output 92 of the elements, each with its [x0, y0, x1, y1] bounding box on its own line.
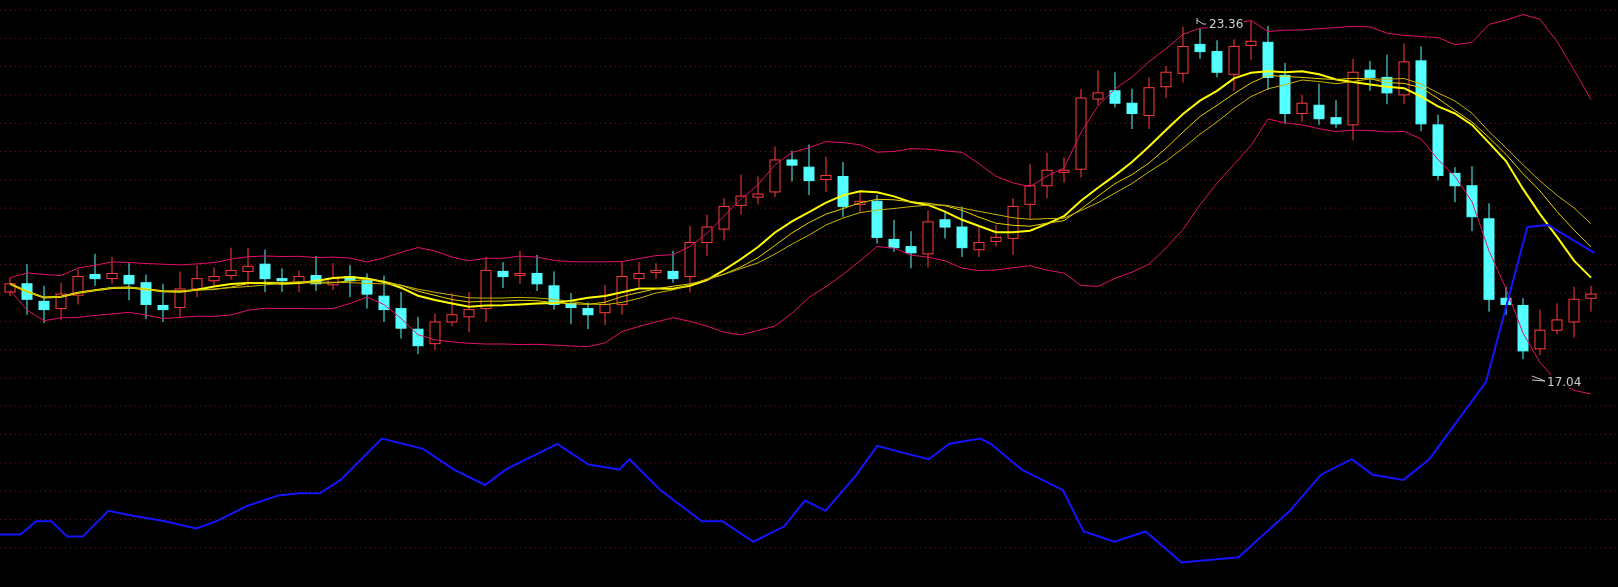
candlestick [276, 267, 288, 293]
candlestick [1143, 76, 1155, 130]
candlestick [1109, 71, 1121, 108]
candlestick [140, 274, 152, 320]
candlestick [514, 250, 526, 285]
candlestick [786, 150, 798, 183]
candlestick [327, 262, 339, 291]
candlestick [922, 210, 934, 268]
candlestick [1568, 286, 1580, 338]
candlestick [1262, 25, 1274, 91]
candlestick [1024, 163, 1036, 220]
candlestick [1126, 88, 1138, 130]
candlestick [225, 247, 237, 281]
candlestick [89, 253, 101, 287]
candlestick [1364, 60, 1376, 92]
candlestick [939, 212, 951, 239]
candlestick [497, 261, 509, 289]
candlestick [1381, 54, 1393, 105]
candlestick [38, 285, 50, 324]
candlestick [429, 313, 441, 351]
candlestick [4, 277, 16, 297]
candlestick [735, 173, 747, 216]
candlestick [174, 270, 186, 319]
candlestick [1585, 285, 1597, 313]
candlestick [1160, 65, 1172, 99]
candlestick [973, 225, 985, 258]
candlestick [72, 268, 84, 305]
candlestick [293, 269, 305, 293]
candlestick [1228, 38, 1240, 92]
candlestick [633, 261, 645, 288]
candlestick [1449, 166, 1461, 203]
candlestick [1007, 197, 1019, 256]
candlestick [242, 247, 254, 288]
candlestick [837, 161, 849, 218]
candlestick [1500, 286, 1512, 316]
candlestick [123, 262, 135, 301]
candlestick [803, 144, 815, 196]
candlestick [650, 262, 662, 280]
pointer-icon [1531, 375, 1546, 382]
candlestick [599, 284, 611, 326]
candlestick [582, 301, 594, 330]
candlestick [1313, 83, 1325, 126]
candlestick [820, 156, 832, 193]
candlestick [1041, 152, 1053, 199]
candlestick [769, 146, 781, 198]
candlestick [871, 194, 883, 245]
candlestick [701, 214, 713, 257]
candlestick [55, 282, 67, 321]
candlestick [191, 264, 203, 298]
candlestick [531, 254, 543, 292]
candlestick [157, 283, 169, 323]
candlestick [480, 256, 492, 323]
candlestick [1177, 26, 1189, 84]
candlestick [684, 225, 696, 293]
candlestick [1330, 99, 1342, 129]
candlestick [1092, 69, 1104, 106]
candlestick [667, 250, 679, 284]
candlestick [259, 249, 271, 293]
candlestick [412, 316, 424, 355]
candlestick [1279, 62, 1291, 125]
candlestick [956, 205, 968, 258]
candlestick [616, 260, 628, 316]
pointer-icon [1196, 17, 1207, 25]
candlestick [1398, 42, 1410, 105]
candlestick [463, 291, 475, 333]
candlestick [1296, 94, 1308, 123]
candlestick [752, 175, 764, 205]
candlestick [395, 291, 407, 339]
candlestick [990, 224, 1002, 248]
candlestick [1517, 297, 1529, 360]
candlestick [854, 190, 866, 214]
candlestick [208, 266, 220, 288]
candlestick [1466, 165, 1478, 232]
candlestick [361, 273, 373, 310]
candlestick [1211, 39, 1223, 78]
candlestick [106, 256, 118, 285]
candlestick [718, 197, 730, 241]
candlestick [1245, 20, 1257, 61]
candlestick [1432, 114, 1444, 182]
candlestick [565, 292, 577, 325]
candlestick [1194, 28, 1206, 60]
candlestick [548, 270, 560, 311]
candlestick [310, 255, 322, 292]
candlestick [446, 292, 458, 327]
candlestick [1534, 309, 1546, 356]
candlestick [888, 219, 900, 253]
candlestick [1058, 156, 1070, 184]
candlestick [378, 275, 390, 323]
candlestick [905, 230, 917, 269]
candlestick [1551, 302, 1563, 335]
candlestick [21, 263, 33, 316]
candlestick [344, 264, 356, 298]
